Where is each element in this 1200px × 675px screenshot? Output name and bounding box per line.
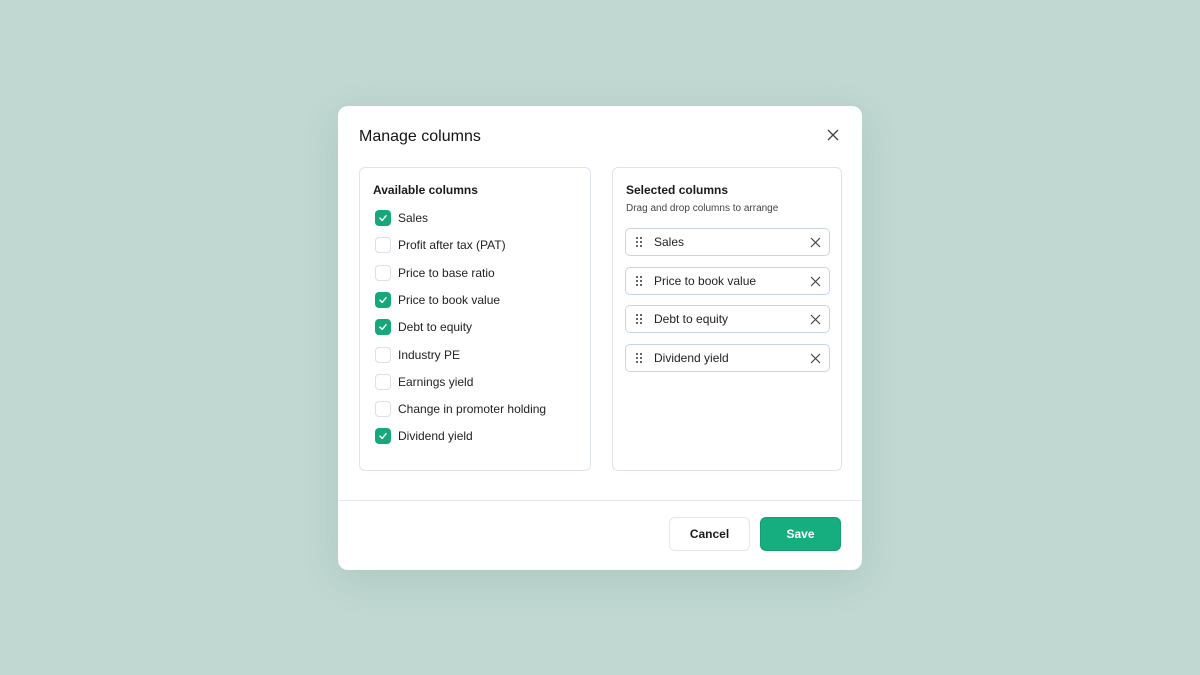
drag-handle-icon[interactable] bbox=[636, 353, 644, 363]
column-option[interactable]: Profit after tax (PAT) bbox=[375, 236, 506, 254]
selected-column-label: Sales bbox=[654, 235, 684, 249]
checkbox[interactable] bbox=[375, 319, 391, 335]
column-option-label: Sales bbox=[398, 211, 428, 225]
drag-handle-icon[interactable] bbox=[636, 314, 644, 324]
selected-column-item[interactable]: Dividend yield bbox=[625, 344, 830, 372]
checkbox[interactable] bbox=[375, 237, 391, 253]
column-option-label: Price to book value bbox=[398, 293, 500, 307]
selected-column-label: Dividend yield bbox=[654, 351, 729, 365]
checkbox[interactable] bbox=[375, 265, 391, 281]
column-option-label: Earnings yield bbox=[398, 375, 473, 389]
remove-icon[interactable] bbox=[810, 353, 821, 364]
manage-columns-dialog: Manage columns Available columns Sales Pr… bbox=[338, 106, 862, 570]
selected-columns-heading: Selected columns bbox=[626, 183, 728, 197]
column-option-label: Profit after tax (PAT) bbox=[398, 238, 506, 252]
drag-handle-icon[interactable] bbox=[636, 237, 644, 247]
cancel-button[interactable]: Cancel bbox=[669, 517, 750, 551]
checkbox[interactable] bbox=[375, 428, 391, 444]
checkbox[interactable] bbox=[375, 292, 391, 308]
column-option[interactable]: Price to base ratio bbox=[375, 264, 495, 282]
checkbox[interactable] bbox=[375, 374, 391, 390]
selected-column-item[interactable]: Price to book value bbox=[625, 267, 830, 295]
selected-column-label: Price to book value bbox=[654, 274, 756, 288]
column-option-label: Dividend yield bbox=[398, 429, 473, 443]
column-option-label: Debt to equity bbox=[398, 320, 472, 334]
remove-icon[interactable] bbox=[810, 276, 821, 287]
column-option[interactable]: Debt to equity bbox=[375, 318, 472, 336]
selected-columns-panel: Selected columns Drag and drop columns t… bbox=[612, 167, 842, 471]
remove-icon[interactable] bbox=[810, 314, 821, 325]
selected-column-label: Debt to equity bbox=[654, 312, 728, 326]
footer-divider bbox=[338, 500, 862, 501]
column-option[interactable]: Price to book value bbox=[375, 291, 500, 309]
checkbox[interactable] bbox=[375, 210, 391, 226]
close-icon[interactable] bbox=[825, 127, 841, 143]
column-option[interactable]: Sales bbox=[375, 209, 428, 227]
column-option-label: Price to base ratio bbox=[398, 266, 495, 280]
column-option-label: Industry PE bbox=[398, 348, 460, 362]
column-option[interactable]: Industry PE bbox=[375, 346, 460, 364]
available-columns-heading: Available columns bbox=[373, 183, 478, 197]
drag-handle-icon[interactable] bbox=[636, 276, 644, 286]
column-option[interactable]: Dividend yield bbox=[375, 427, 473, 445]
remove-icon[interactable] bbox=[810, 237, 821, 248]
available-columns-panel: Available columns Sales Profit after tax … bbox=[359, 167, 591, 471]
selected-column-item[interactable]: Sales bbox=[625, 228, 830, 256]
selected-column-item[interactable]: Debt to equity bbox=[625, 305, 830, 333]
dialog-title: Manage columns bbox=[359, 128, 481, 146]
checkbox[interactable] bbox=[375, 347, 391, 363]
column-option[interactable]: Earnings yield bbox=[375, 373, 473, 391]
column-option-label: Change in promoter holding bbox=[398, 402, 546, 416]
column-option[interactable]: Change in promoter holding bbox=[375, 400, 546, 418]
selected-columns-hint: Drag and drop columns to arrange bbox=[626, 203, 778, 214]
save-button[interactable]: Save bbox=[760, 517, 841, 551]
checkbox[interactable] bbox=[375, 401, 391, 417]
